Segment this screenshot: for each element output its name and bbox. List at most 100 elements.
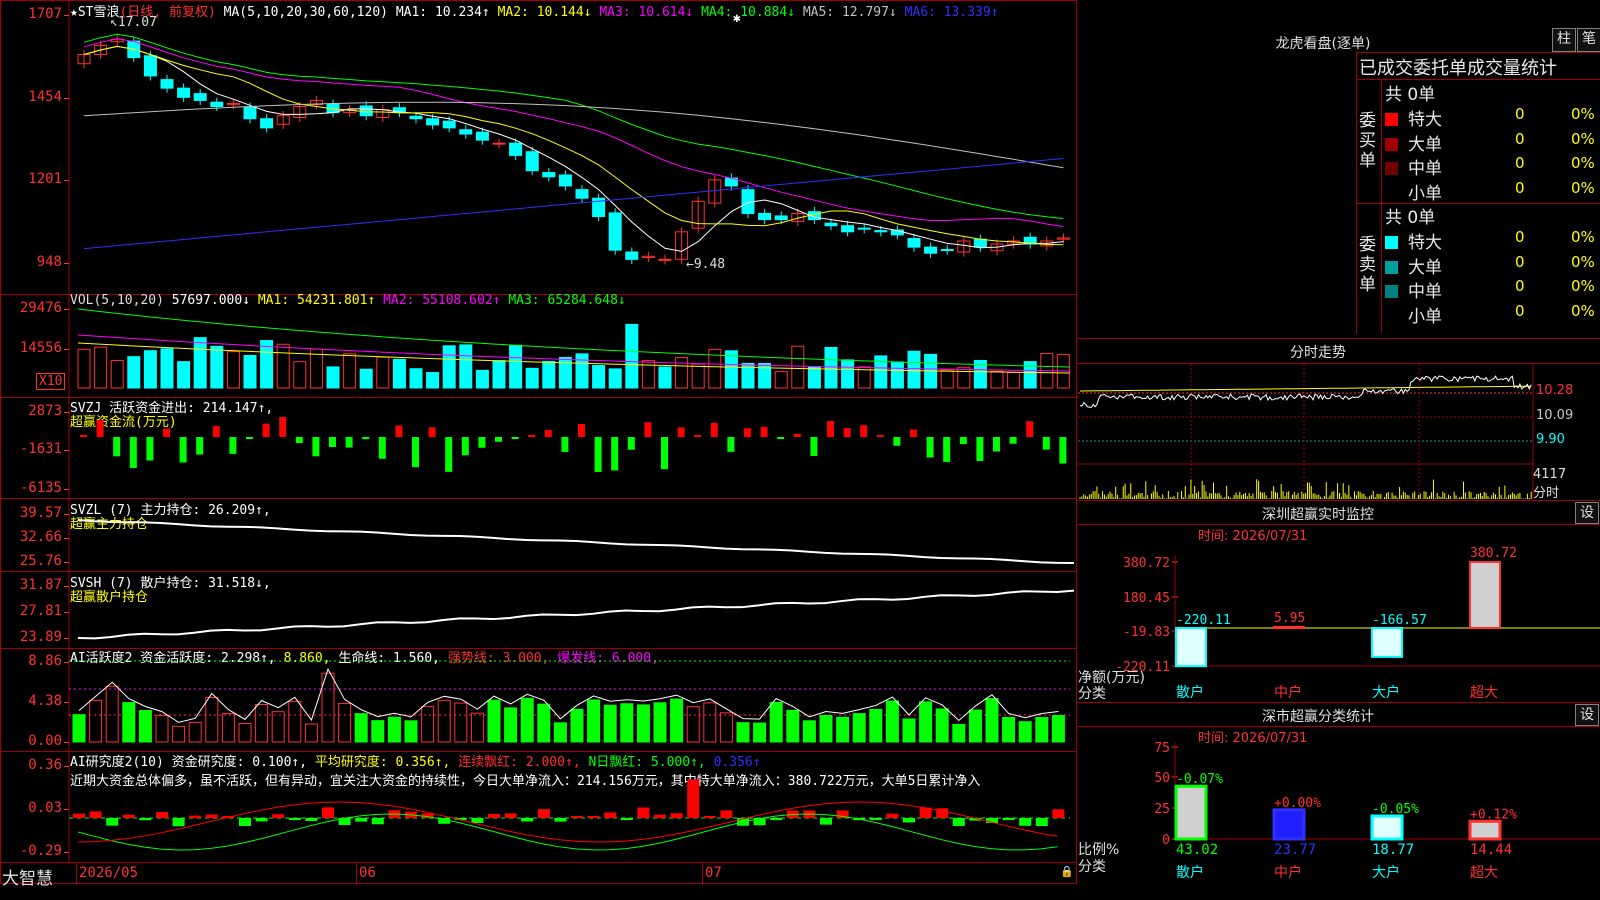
y-tick bbox=[64, 349, 69, 350]
y-tick bbox=[64, 98, 69, 99]
date-label-jul: 07 bbox=[705, 865, 722, 881]
net-bar-label: -220.11 bbox=[1176, 613, 1231, 628]
row-name: 特大 bbox=[1408, 233, 1442, 253]
intraday-chart bbox=[1078, 364, 1534, 500]
flow-bar bbox=[594, 437, 602, 472]
swatch-icon bbox=[1385, 310, 1398, 323]
research-bar bbox=[703, 816, 716, 818]
volume-bar bbox=[77, 348, 91, 389]
row-percent: 0% bbox=[1571, 301, 1595, 320]
ma3-line bbox=[83, 38, 1064, 228]
lock-icon[interactable]: 🔒 bbox=[1060, 865, 1074, 878]
volume-bar bbox=[475, 369, 489, 389]
net-y-label: 180.45 bbox=[1123, 591, 1170, 606]
net-category-label: 散户 bbox=[1176, 684, 1204, 701]
y-tick bbox=[64, 412, 69, 413]
svzl-pane[interactable]: SVZL (7) 主力持仓: 26.209↑, 超赢主力持仓 bbox=[0, 499, 1077, 571]
buy-row: 小单 0 0% bbox=[1385, 178, 1599, 204]
volume-bar bbox=[177, 361, 191, 389]
svzj-pane[interactable]: SVZJ 活跃资金进出: 214.147↑, 超赢资金流(万元) bbox=[0, 398, 1077, 498]
activity-bar bbox=[537, 703, 551, 743]
ratio-bar bbox=[1174, 784, 1208, 841]
activity-bar bbox=[670, 698, 684, 743]
activity-bar bbox=[221, 713, 235, 743]
row-percent: 0% bbox=[1571, 178, 1595, 197]
research-bar bbox=[637, 807, 650, 818]
research-bar bbox=[205, 814, 218, 818]
activity-bar bbox=[819, 715, 833, 743]
volume-bar bbox=[293, 361, 307, 389]
candle bbox=[973, 238, 987, 248]
volume-bar bbox=[326, 366, 340, 389]
research-bar bbox=[820, 818, 832, 825]
candle bbox=[542, 172, 556, 178]
candle bbox=[940, 249, 954, 252]
volume-bar bbox=[542, 360, 556, 389]
svzl-y-label: 32.66 bbox=[19, 529, 62, 545]
flow-bar bbox=[677, 427, 685, 437]
flow-bar bbox=[295, 437, 303, 444]
ai-research-pane[interactable]: AI研究度2(10) 资金研究度: 0.100↑, 平均研究度: 0.356↑,… bbox=[0, 752, 1077, 862]
y-tick bbox=[64, 852, 69, 853]
buy-total: 共 0单 bbox=[1385, 85, 1436, 105]
net-y-label: -19.83 bbox=[1123, 625, 1170, 640]
ma1-line bbox=[83, 45, 1064, 252]
intraday-vol-label: 4117 bbox=[1533, 467, 1567, 482]
lhb-header: 已成交委托单成交量统计 bbox=[1359, 58, 1557, 79]
ratio-bar bbox=[1370, 814, 1404, 841]
intraday-panel[interactable]: 分时走势 10.28 10.09 9.90 4117 分时 bbox=[1078, 339, 1600, 501]
candle bbox=[359, 105, 373, 117]
net-bar-label: 380.72 bbox=[1470, 546, 1517, 561]
ai-activity-pane[interactable]: AI活跃度2 资金活跃度: 2.298↑, 8.860, 生命线: 1.560,… bbox=[0, 649, 1077, 751]
candle bbox=[509, 142, 523, 156]
research-bar bbox=[620, 818, 633, 820]
y-tick bbox=[64, 450, 69, 451]
flow-bar bbox=[876, 435, 884, 437]
research-bar bbox=[139, 818, 152, 821]
volume-pane[interactable]: VOL(5,10,20) 57697.000↓ MA1: 54231.801↑ … bbox=[0, 293, 1077, 397]
price-pane[interactable]: ★ST雪浪(日线, 前复权) MA(5,10,20,30,60,120) MA1… bbox=[0, 0, 1077, 294]
flow-bar bbox=[860, 425, 868, 437]
volume-bar bbox=[94, 346, 108, 389]
activity-bar bbox=[238, 722, 252, 743]
ma4-line bbox=[83, 33, 1064, 220]
volume-bar bbox=[525, 367, 539, 389]
activity-bar bbox=[836, 716, 850, 743]
flow-bar bbox=[229, 437, 237, 454]
activity-bar bbox=[371, 720, 385, 743]
ratio-delta-label: -0.05% bbox=[1372, 802, 1419, 817]
flow-bar bbox=[561, 437, 569, 452]
candle bbox=[824, 222, 838, 227]
activity-bar bbox=[338, 702, 352, 743]
row-count: 0 bbox=[1515, 228, 1525, 246]
activity-bar bbox=[620, 703, 634, 743]
research-bar bbox=[305, 818, 318, 821]
svsh-pane[interactable]: SVSH (7) 散户持仓: 31.518↓, 超赢散户持仓 bbox=[0, 572, 1077, 648]
flow-bar bbox=[362, 437, 370, 440]
buy-row: 大单 0 0% bbox=[1385, 130, 1599, 155]
net-category-label: 中户 bbox=[1274, 684, 1302, 701]
ratio-chart: 75 50 25 0 -0.07% 43.02 散户 +0.00% 23.77 中户 -0.05% 1… bbox=[1154, 741, 1600, 881]
volume-y-label: 29476 bbox=[19, 300, 62, 316]
row-name: 中单 bbox=[1408, 282, 1442, 302]
flow-bar bbox=[179, 437, 187, 463]
tick-mode-button[interactable]: 笔 bbox=[1577, 28, 1600, 52]
candle bbox=[177, 87, 191, 98]
volume-bar bbox=[824, 346, 838, 389]
row-name: 小单 bbox=[1408, 183, 1442, 204]
candle bbox=[210, 101, 224, 107]
lhb-table: 已成交委托单成交量统计 委买单 共 0单 特大 0 0% 大单 0 0% 中单 0 0% 小单 0 0… bbox=[1356, 52, 1600, 333]
ratio-category-label: 中户 bbox=[1274, 864, 1302, 881]
flow-bar bbox=[129, 437, 137, 468]
volume-bar bbox=[160, 348, 174, 389]
sz-class-panel[interactable]: 深市超赢分类统计 设 时间: 2026/07/31 75 50 25 0 -0.07% 4… bbox=[1078, 703, 1600, 900]
volume-bar bbox=[210, 345, 224, 389]
sz-monitor-panel[interactable]: 深圳超赢实时监控 设 时间: 2026/07/31 380.72 180.45 -1… bbox=[1078, 501, 1600, 702]
bar-mode-button[interactable]: 柱 bbox=[1552, 28, 1576, 52]
flow-bar bbox=[163, 428, 170, 437]
ratio-value-label: 43.02 bbox=[1176, 842, 1218, 858]
activity-bar bbox=[188, 721, 202, 743]
research-bar bbox=[89, 811, 102, 818]
activity-bar bbox=[470, 712, 484, 743]
volume-bar bbox=[907, 350, 921, 389]
